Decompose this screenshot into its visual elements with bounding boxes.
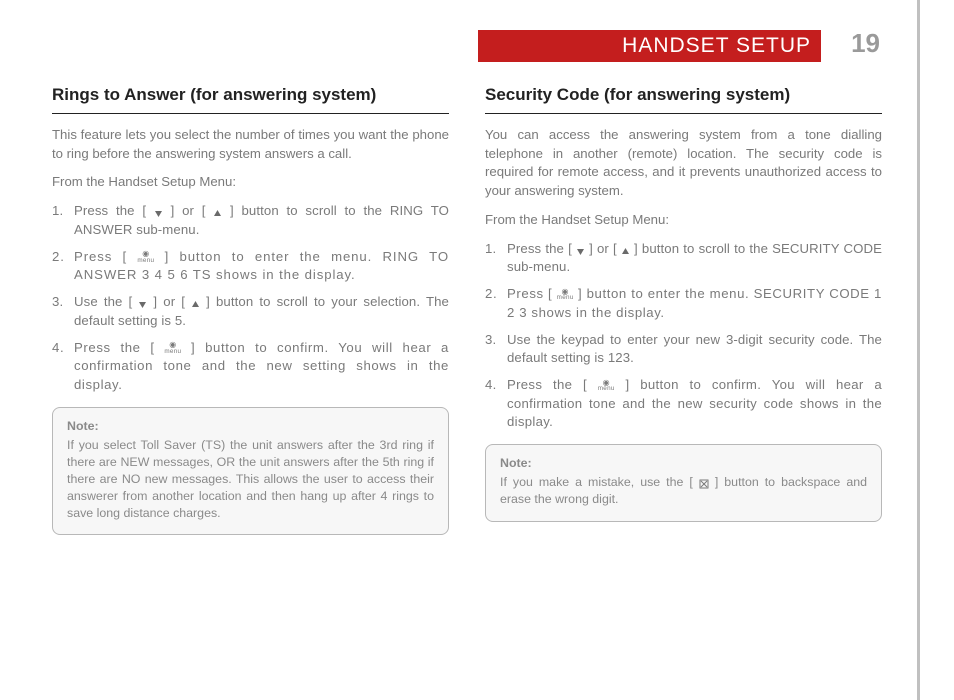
down-icon	[576, 243, 585, 256]
step-text: Press the [	[507, 241, 576, 256]
right-column: Security Code (for answering system) You…	[485, 84, 882, 535]
left-column: Rings to Answer (for answering system) T…	[52, 84, 449, 535]
left-heading: Rings to Answer (for answering system)	[52, 84, 449, 114]
right-heading: Security Code (for answering system)	[485, 84, 882, 114]
cancel-icon	[699, 477, 709, 489]
left-step-2: Press [ ◉menu ] button to enter the menu…	[52, 248, 449, 285]
menu-icon: ◉menu	[557, 288, 574, 301]
left-step-4: Press the [ ◉menu ] button to confirm. Y…	[52, 339, 449, 395]
note-label: Note:	[67, 418, 434, 435]
step-text: ] or [	[163, 203, 213, 218]
page-number: 19	[851, 28, 880, 59]
menu-icon: ◉menu	[137, 250, 154, 263]
left-step-1: Press the [ ] or [ ] button to scroll to…	[52, 202, 449, 239]
menu-icon: ◉menu	[598, 379, 615, 392]
step-text: ] or [	[585, 241, 621, 256]
right-steps: Press the [ ] or [ ] button to scroll to…	[485, 240, 882, 433]
note-text: If you select Toll Saver (TS) the unit a…	[67, 438, 434, 520]
step-text: ] or [	[147, 294, 191, 309]
left-steps: Press the [ ] or [ ] button to scroll to…	[52, 202, 449, 395]
step-text: Press [	[74, 249, 137, 264]
up-icon	[191, 296, 200, 309]
right-note: Note: If you make a mistake, use the [ ]…	[485, 444, 882, 521]
left-intro: This feature lets you select the number …	[52, 126, 449, 163]
left-note: Note: If you select Toll Saver (TS) the …	[52, 407, 449, 536]
step-text: Press [	[507, 286, 557, 301]
page-guide-bar	[917, 0, 920, 700]
step-text: Use the [	[74, 294, 138, 309]
up-icon	[621, 243, 630, 256]
step-text: Press the [	[74, 203, 154, 218]
header: HANDSET SETUP 19	[0, 30, 954, 62]
content: Rings to Answer (for answering system) T…	[52, 84, 882, 535]
right-intro: You can access the answering system from…	[485, 126, 882, 201]
menu-icon: ◉menu	[164, 341, 181, 354]
right-step-4: Press the [ ◉menu ] button to confirm. Y…	[485, 376, 882, 432]
step-text: Use the keypad to enter your new 3-digit…	[507, 332, 882, 366]
left-from-line: From the Handset Setup Menu:	[52, 173, 449, 192]
section-title: HANDSET SETUP	[622, 34, 811, 58]
note-text: If you make a mistake, use the [	[500, 475, 699, 489]
down-icon	[138, 296, 147, 309]
left-step-3: Use the [ ] or [ ] button to scroll to y…	[52, 293, 449, 330]
right-step-2: Press [ ◉menu ] button to enter the menu…	[485, 285, 882, 322]
section-title-bar: HANDSET SETUP	[478, 30, 821, 62]
right-from-line: From the Handset Setup Menu:	[485, 211, 882, 230]
down-icon	[154, 205, 163, 218]
note-label: Note:	[500, 455, 867, 472]
right-step-1: Press the [ ] or [ ] button to scroll to…	[485, 240, 882, 277]
step-text: Press the [	[507, 377, 598, 392]
right-step-3: Use the keypad to enter your new 3-digit…	[485, 331, 882, 368]
step-text: Press the [	[74, 340, 164, 355]
up-icon	[213, 205, 222, 218]
